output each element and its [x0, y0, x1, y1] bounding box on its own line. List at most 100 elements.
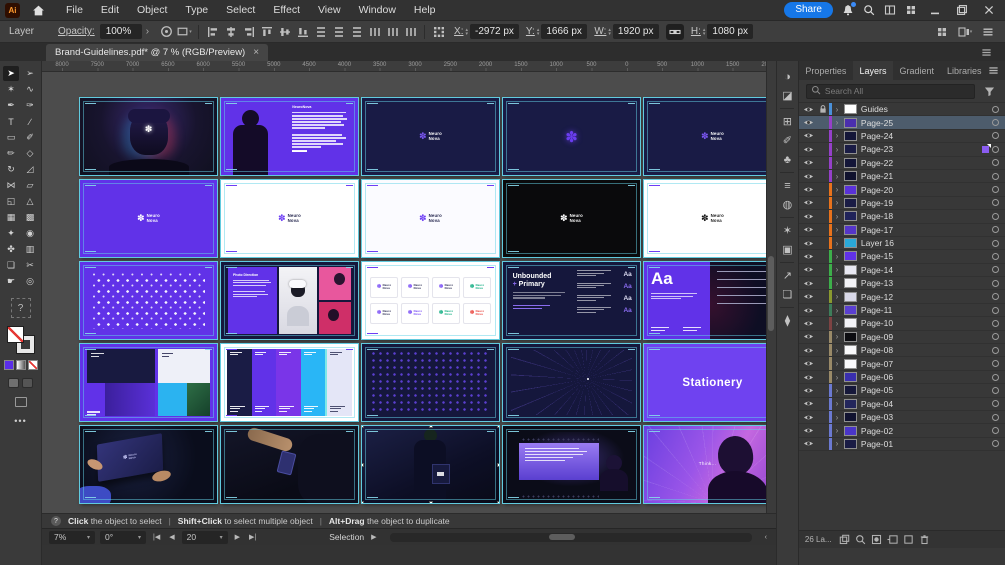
- target-circle-icon[interactable]: [992, 306, 999, 314]
- locate-object-icon[interactable]: [855, 534, 866, 545]
- shape-builder-tool[interactable]: ◱: [3, 194, 19, 209]
- vertical-scrollbar-thumb[interactable]: [768, 256, 775, 331]
- canvas[interactable]: 8000 7500 7000 6500 6000 5500 5000 4500 4000 3500…: [42, 61, 776, 513]
- target-circle-icon[interactable]: [992, 400, 999, 408]
- color-button[interactable]: [3, 360, 14, 370]
- expand-chevron-icon[interactable]: ›: [832, 279, 842, 288]
- layer-row-page-09[interactable]: › Page-09: [798, 330, 1005, 345]
- artboard-4[interactable]: ✽: [503, 98, 640, 175]
- scroll-left-icon[interactable]: ‹: [763, 534, 769, 541]
- artboard-22[interactable]: [221, 426, 358, 503]
- new-layer-icon[interactable]: [903, 534, 914, 545]
- layer-row-page-15[interactable]: › Page-15: [798, 250, 1005, 264]
- zoom-level-select[interactable]: 7% ▾: [49, 530, 95, 544]
- layer-row-page-25[interactable]: › Page-25: [798, 116, 1005, 130]
- layer-row-page-03[interactable]: › Page-03: [798, 410, 1005, 425]
- target-circle-icon[interactable]: [992, 319, 999, 327]
- expand-chevron-icon[interactable]: ›: [832, 399, 842, 408]
- expand-chevron-icon[interactable]: ›: [832, 292, 842, 301]
- expand-chevron-icon[interactable]: ›: [832, 212, 842, 221]
- hand-tool[interactable]: ☛: [3, 274, 19, 289]
- layer-name[interactable]: Page-15: [861, 251, 992, 261]
- new-sublayer-icon[interactable]: [887, 534, 898, 545]
- layer-name[interactable]: Guides: [861, 104, 992, 114]
- layer-name[interactable]: Page-14: [861, 265, 992, 275]
- menu-select[interactable]: Select: [217, 0, 264, 20]
- layer-name[interactable]: Page-20: [861, 185, 992, 195]
- artboard-3[interactable]: ✽ Neuro Nova: [362, 98, 499, 175]
- layer-row-page-13[interactable]: › Page-13: [798, 277, 1005, 291]
- panel-dock-toggle-icon[interactable]: [977, 43, 995, 61]
- distribute-right-icon[interactable]: [402, 23, 419, 41]
- layer-row-page-24[interactable]: › Page-24: [798, 129, 1005, 144]
- menu-edit[interactable]: Edit: [92, 0, 128, 20]
- selection-tool[interactable]: ➤: [3, 66, 19, 81]
- layer-thumbnail[interactable]: [843, 291, 857, 302]
- target-circle-icon[interactable]: [992, 373, 999, 381]
- visibility-eye-icon[interactable]: [803, 197, 818, 208]
- artboard-24[interactable]: [503, 426, 640, 503]
- layer-name[interactable]: Page-02: [861, 426, 992, 436]
- target-circle-icon[interactable]: [992, 440, 999, 448]
- target-circle-icon[interactable]: [992, 159, 999, 167]
- artboard-10[interactable]: ✽ Neuro Nova: [644, 180, 776, 257]
- curvature-tool[interactable]: ✑: [22, 98, 38, 113]
- minimize-button[interactable]: [926, 4, 944, 16]
- layer-thumbnail[interactable]: [843, 264, 857, 275]
- layer-row-page-12[interactable]: › Page-12: [798, 290, 1005, 304]
- horizontal-scrollbar-thumb[interactable]: [548, 534, 575, 540]
- align-bottom-icon[interactable]: [294, 23, 311, 41]
- rotation-select[interactable]: 0° ▾: [100, 530, 146, 544]
- layer-row-page-01[interactable]: › Page-01: [798, 437, 1005, 452]
- target-circle-icon[interactable]: [992, 360, 999, 368]
- stepper-icon[interactable]: [465, 28, 468, 36]
- artboard-6[interactable]: ✽ Neuro Nova: [80, 180, 217, 257]
- layer-thumbnail[interactable]: [843, 305, 857, 316]
- edit-toolbar-button[interactable]: •••: [14, 416, 26, 426]
- expand-chevron-icon[interactable]: ›: [832, 118, 842, 127]
- home-icon[interactable]: [27, 4, 49, 17]
- filter-icon[interactable]: [980, 82, 998, 100]
- pen-tool[interactable]: ✒: [3, 98, 19, 113]
- artboard-23[interactable]: [362, 426, 499, 503]
- field-label[interactable]: H:: [691, 26, 701, 37]
- layer-thumbnail[interactable]: [843, 184, 857, 195]
- expand-chevron-icon[interactable]: ›: [832, 105, 842, 114]
- visibility-eye-icon[interactable]: [803, 238, 818, 249]
- fill-swatch[interactable]: [7, 326, 24, 343]
- menu-window[interactable]: Window: [350, 0, 405, 20]
- layer-name[interactable]: Page-22: [861, 158, 992, 168]
- artboard-number-select[interactable]: 20 ▾: [181, 530, 228, 544]
- brushes-icon[interactable]: ✐: [777, 131, 798, 150]
- layer-row-page-08[interactable]: › Page-08: [798, 344, 1005, 358]
- target-circle-icon[interactable]: [992, 266, 999, 274]
- selection-handle[interactable]: [497, 426, 499, 428]
- pathfinder-icon[interactable]: ⧫: [777, 311, 798, 330]
- color-icon[interactable]: ◑: [777, 67, 798, 86]
- field-value[interactable]: -2972 px: [470, 24, 519, 39]
- layer-name[interactable]: Page-05: [861, 385, 992, 395]
- tab-layers[interactable]: Layers: [852, 61, 893, 80]
- artboard-21[interactable]: ✽ Neuro Nova: [80, 426, 217, 503]
- artboards-icon[interactable]: ⊞: [777, 112, 798, 131]
- expand-chevron-icon[interactable]: ›: [832, 332, 842, 341]
- selection-handle[interactable]: [497, 501, 499, 503]
- visibility-eye-icon[interactable]: [803, 331, 818, 342]
- target-circle-icon[interactable]: [992, 252, 999, 260]
- layer-thumbnail[interactable]: [843, 211, 857, 222]
- visibility-eye-icon[interactable]: [803, 130, 818, 141]
- target-circle-icon[interactable]: [992, 199, 999, 207]
- expand-chevron-icon[interactable]: ›: [832, 252, 842, 261]
- gradient-tool[interactable]: ▩: [22, 210, 38, 225]
- delete-icon[interactable]: [919, 534, 930, 545]
- visibility-eye-icon[interactable]: [803, 425, 818, 436]
- symbols-icon[interactable]: ♣: [777, 150, 798, 169]
- app-logo-icon[interactable]: Ai: [5, 2, 20, 18]
- distribute-center-icon[interactable]: [384, 23, 401, 41]
- width-tool[interactable]: ⋈: [3, 178, 19, 193]
- align-center-icon[interactable]: [222, 23, 239, 41]
- artboard-14[interactable]: Unbounded + Primary Aa Aa Aa Aa: [503, 262, 640, 339]
- layer-row-page-14[interactable]: › Page-14: [798, 263, 1005, 278]
- type-tool[interactable]: T: [3, 114, 19, 129]
- layer-thumbnail[interactable]: [843, 412, 857, 423]
